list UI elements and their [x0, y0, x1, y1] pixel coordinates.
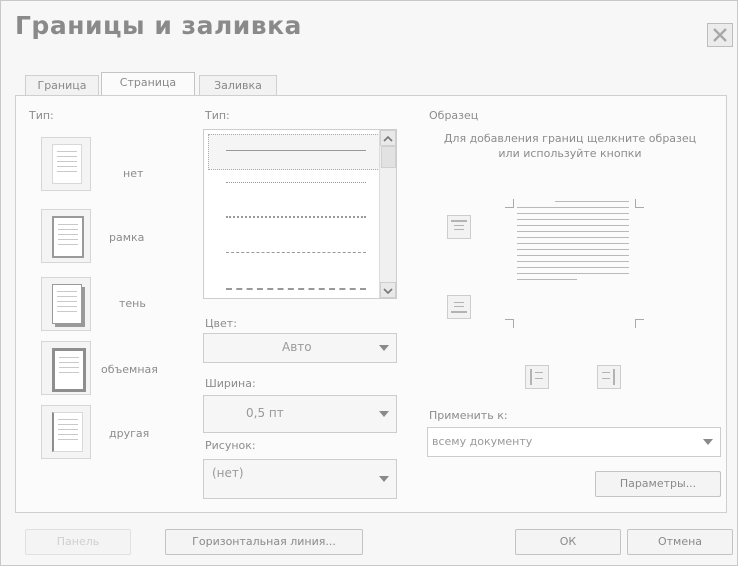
preview-corner	[635, 199, 644, 208]
setting-shadow-label: тень	[119, 297, 146, 310]
borders-and-shading-dialog: Границы и заливка Граница Страница Залив…	[0, 0, 738, 566]
line-style-solid[interactable]	[226, 150, 366, 151]
setting-shadow-icon	[52, 284, 82, 324]
color-dropdown[interactable]: Авто	[203, 333, 397, 363]
setting-none-option[interactable]	[41, 137, 91, 191]
color-label: Цвет:	[205, 317, 237, 330]
dialog-title: Границы и заливка	[15, 11, 302, 40]
preview-label: Образец	[429, 109, 479, 122]
line-style-dash-dot-dot[interactable]	[226, 216, 366, 218]
preview-corner	[505, 319, 514, 328]
chevron-down-icon	[374, 468, 394, 490]
width-label: Ширина:	[205, 377, 256, 390]
art-dropdown[interactable]: (нет)	[203, 459, 397, 499]
apply-to-value: всему документу	[432, 435, 533, 448]
options-button[interactable]: Параметры...	[595, 471, 721, 497]
horizontal-line-button[interactable]: Горизонтальная линия...	[165, 529, 363, 555]
line-style-listbox[interactable]	[203, 129, 397, 299]
scroll-up-button[interactable]	[380, 130, 396, 146]
apply-to-label: Применить к:	[429, 409, 508, 422]
preview-corner	[635, 319, 644, 328]
tab-page-border[interactable]: Страница	[101, 72, 195, 97]
setting-box-label: рамка	[109, 231, 145, 244]
setting-none-label: нет	[123, 167, 144, 180]
ok-button[interactable]: ОК	[515, 529, 621, 555]
close-button[interactable]	[707, 23, 733, 47]
width-value: 0,5 пт	[246, 406, 284, 420]
chevron-down-icon	[374, 337, 394, 359]
width-dropdown[interactable]: 0,5 пт	[203, 395, 397, 433]
setting-3d-icon	[52, 348, 86, 392]
scroll-thumb[interactable]	[381, 146, 396, 168]
art-label: Рисунок:	[205, 439, 256, 452]
setting-custom-icon	[52, 412, 83, 452]
cancel-button[interactable]: Отмена	[627, 529, 733, 555]
setting-box-option[interactable]	[41, 209, 91, 263]
setting-3d-label: объемная	[101, 363, 158, 376]
style-label: Тип:	[205, 109, 230, 122]
setting-custom-option[interactable]	[41, 405, 91, 459]
left-border-button[interactable]	[525, 365, 549, 389]
line-style-dashed[interactable]	[226, 252, 366, 253]
preview-page	[517, 201, 629, 285]
chevron-down-icon	[698, 431, 718, 453]
setting-shadow-option[interactable]	[41, 277, 91, 331]
setting-custom-label: другая	[109, 427, 150, 440]
setting-none-icon	[52, 144, 82, 184]
show-toolbar-button[interactable]: Панель	[25, 529, 131, 555]
setting-box-icon	[52, 216, 84, 258]
preview-corner	[505, 199, 514, 208]
tab-shading[interactable]: Заливка	[199, 75, 277, 96]
scroll-down-button[interactable]	[380, 282, 396, 298]
chevron-down-icon	[383, 288, 393, 295]
close-icon	[713, 28, 727, 42]
bottom-border-button[interactable]	[447, 295, 471, 319]
tab-borders[interactable]: Граница	[25, 75, 99, 96]
line-style-dash-dot[interactable]	[226, 288, 366, 290]
chevron-down-icon	[374, 403, 394, 425]
setting-label: Тип:	[29, 109, 54, 122]
chevron-up-icon	[383, 135, 393, 142]
right-border-button[interactable]	[597, 365, 621, 389]
line-style-selected	[208, 134, 380, 170]
art-value: (нет)	[212, 466, 244, 480]
top-border-button[interactable]	[447, 215, 471, 239]
line-style-dotted[interactable]	[226, 182, 366, 183]
preview-hint: Для добавления границ щелкните образец и…	[443, 132, 697, 160]
apply-to-dropdown[interactable]: всему документу	[427, 427, 721, 457]
line-style-scrollbar[interactable]	[379, 130, 396, 298]
color-value: Авто	[282, 340, 312, 354]
setting-3d-option[interactable]	[41, 341, 91, 395]
